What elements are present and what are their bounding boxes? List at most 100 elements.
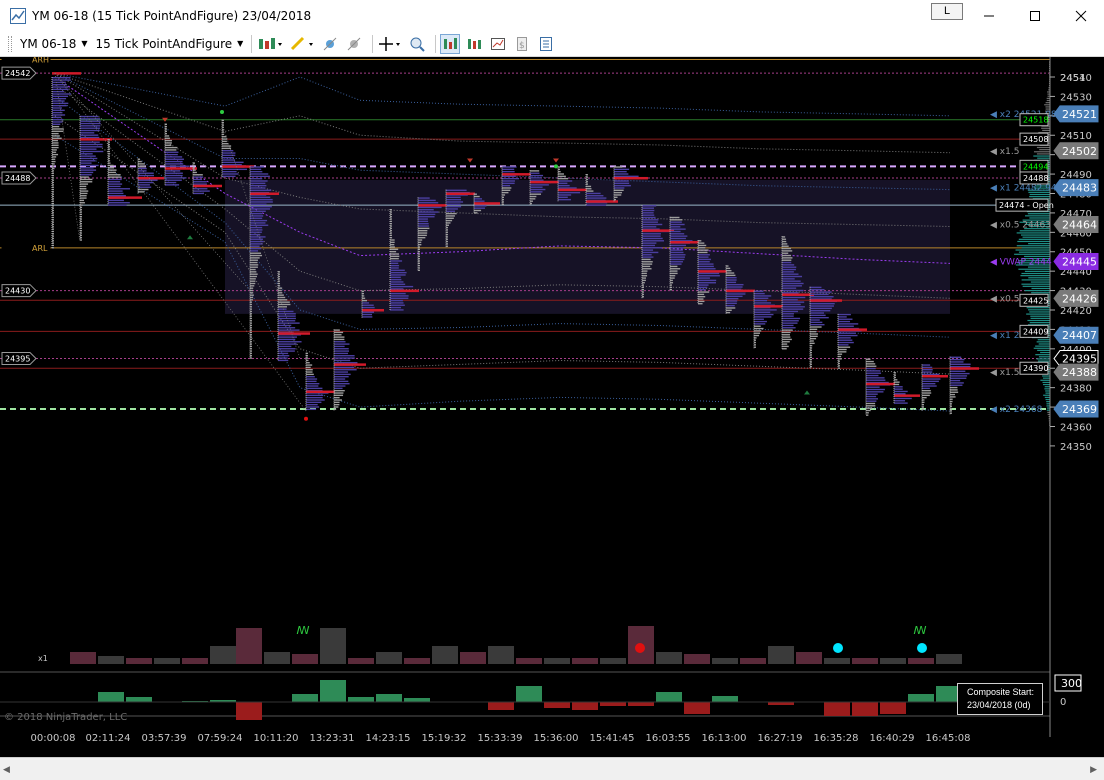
signal-dot-icon <box>635 643 645 653</box>
profile-row <box>390 283 406 285</box>
scroll-left-icon[interactable]: ◀ <box>3 764 10 775</box>
profile-row <box>530 188 546 191</box>
profile-row <box>950 361 964 363</box>
left-level-tag-label: 24430 <box>5 287 30 296</box>
profile-row <box>52 77 71 79</box>
composite-profile-row <box>1035 354 1050 356</box>
profile-row <box>754 325 761 327</box>
profile-row <box>250 180 268 182</box>
profile-row <box>698 293 705 296</box>
profile-row <box>278 329 300 331</box>
profile-row <box>670 249 683 251</box>
volume-bar <box>460 652 486 664</box>
profile-row <box>80 202 85 204</box>
composite-profile-row <box>1042 377 1050 379</box>
profile-row <box>698 258 711 261</box>
delta-bar <box>656 692 682 702</box>
bar-chart-icon[interactable] <box>440 33 461 54</box>
bar-type-selector[interactable]: 15 Tick PointAndFigure ▼ <box>96 37 244 51</box>
profile-row <box>670 221 682 223</box>
profile-poc <box>306 390 335 394</box>
composite-profile-row <box>1024 289 1050 292</box>
profile-row <box>138 163 145 165</box>
profile-row <box>334 378 346 380</box>
time-tick-label: 15:41:45 <box>590 733 635 744</box>
chart-panel[interactable]: ꟿ ꟿ 0 300 x1 © 2018 NinjaTrader, LLC 2451 24540… <box>0 53 1104 757</box>
divergence-icon: ꟿ <box>296 624 309 637</box>
volume-bar <box>572 658 598 664</box>
profile-row <box>642 268 652 270</box>
profile-row <box>922 373 940 376</box>
price-tick-label: 24380 <box>1060 384 1092 395</box>
minimize-icon[interactable] <box>966 0 1012 31</box>
profile-row <box>502 168 515 171</box>
horizontal-scrollbar[interactable]: ◀ ▶ <box>0 757 1104 780</box>
close-icon[interactable] <box>1058 0 1104 31</box>
volume-bar <box>432 646 458 664</box>
candlestick-icon[interactable] <box>464 34 484 54</box>
profile-row <box>306 362 310 364</box>
profile-row <box>250 236 266 238</box>
hide-panel-icon[interactable] <box>536 34 556 54</box>
profile-row <box>418 239 423 241</box>
data-box-icon[interactable] <box>488 34 508 54</box>
left-level-tag-label: ARH <box>32 57 49 65</box>
profile-row <box>782 266 797 268</box>
profile-row <box>810 330 817 333</box>
profile-row <box>80 188 87 190</box>
profile-row <box>222 152 236 154</box>
composite-profile-row <box>1041 127 1050 129</box>
delta-max-label: 300 <box>1061 677 1082 690</box>
scroll-right-icon[interactable]: ▶ <box>1090 764 1097 775</box>
crosshair-icon[interactable] <box>377 34 403 54</box>
volume-bar <box>404 658 430 664</box>
volume-bar <box>852 658 878 664</box>
profile-row <box>52 97 67 100</box>
strategy-icon[interactable] <box>320 34 340 54</box>
profile-row <box>278 296 286 299</box>
properties-icon[interactable]: $ <box>512 34 532 54</box>
profile-row <box>950 356 962 358</box>
profile-row <box>838 318 853 320</box>
profile-row <box>52 123 61 125</box>
profile-poc <box>810 299 842 302</box>
profile-row <box>782 247 792 250</box>
profile-row <box>52 151 57 153</box>
profile-row <box>278 320 296 322</box>
indicator-icon[interactable] <box>344 34 364 54</box>
profile-row <box>250 357 252 359</box>
profile-row <box>334 380 349 383</box>
profile-row <box>390 278 402 281</box>
profile-row <box>754 334 760 337</box>
toolbar-grip[interactable] <box>8 35 12 52</box>
down-triangle-icon <box>553 158 559 163</box>
profile-row <box>614 182 630 185</box>
zoom-icon[interactable] <box>407 34 427 54</box>
profile-row <box>250 173 269 175</box>
profile-row <box>250 243 263 245</box>
profile-row <box>670 228 686 230</box>
pf-chart-canvas[interactable]: ꟿ ꟿ0300x1© 2018 NinjaTrader, LLC245124540… <box>0 53 1104 757</box>
profile-row <box>278 292 283 294</box>
delta-bar <box>824 702 850 716</box>
time-tick-label: 14:23:15 <box>366 733 411 744</box>
profile-poc <box>922 375 948 378</box>
composite-profile-row <box>1031 287 1050 290</box>
chart-app-icon <box>10 7 26 24</box>
profile-row <box>250 212 263 215</box>
band-label: ◀ x0.5 <box>990 294 1019 304</box>
link-button[interactable]: L <box>931 3 963 20</box>
profile-row <box>782 299 798 301</box>
profile-row <box>418 206 442 209</box>
maximize-icon[interactable] <box>1012 0 1058 31</box>
instrument-selector[interactable]: YM 06-18 ▼ <box>20 37 88 51</box>
profile-row <box>390 271 407 274</box>
profile-row <box>558 191 581 194</box>
profile-row <box>782 250 793 252</box>
profile-row <box>138 174 155 177</box>
profile-row <box>390 306 401 309</box>
profile-row <box>922 378 941 380</box>
drawing-tool-icon[interactable] <box>288 34 316 54</box>
chart-style-icon[interactable] <box>256 34 284 54</box>
profile-row <box>642 233 661 235</box>
